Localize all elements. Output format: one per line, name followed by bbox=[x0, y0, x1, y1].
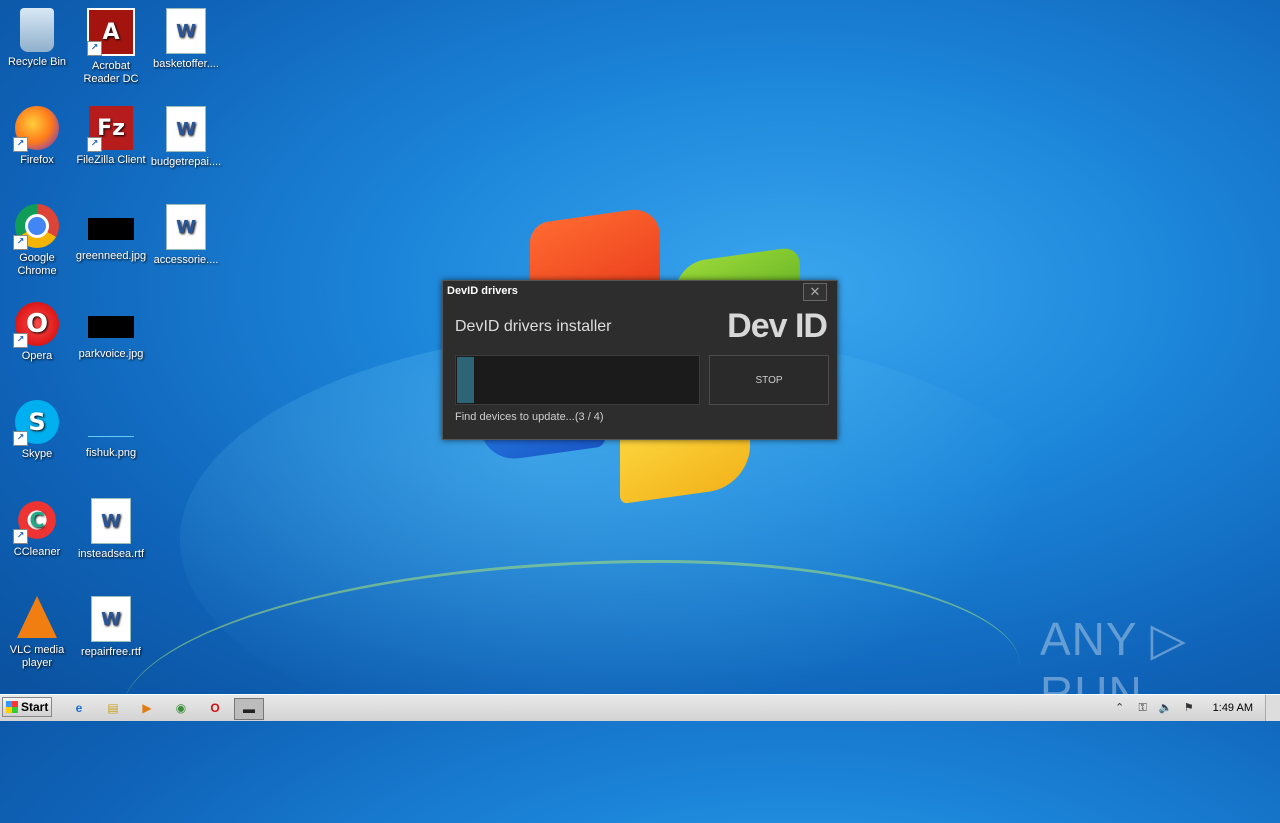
filezilla-icon: Fz ↗ bbox=[87, 106, 133, 152]
chrome-taskbar-icon[interactable]: ◉ bbox=[170, 698, 192, 718]
devid-installer-dialog: DevID drivers ✕ DevID drivers installer … bbox=[442, 280, 838, 440]
desktop-icon-vlc[interactable]: VLC media player bbox=[0, 596, 74, 670]
ccleaner-icon: C ↗ bbox=[13, 498, 59, 544]
chrome-icon: ↗ bbox=[13, 204, 59, 250]
word-doc-icon: W bbox=[91, 596, 131, 642]
desktop-icon-firefox[interactable]: ↗ Firefox bbox=[0, 106, 74, 167]
desktop-icon-label: CCleaner bbox=[13, 546, 61, 558]
opera-icon: O ↗ bbox=[13, 302, 59, 348]
media-player-icon[interactable]: ▶ bbox=[136, 698, 158, 718]
desktop-icon-label: Firefox bbox=[20, 154, 54, 166]
shortcut-arrow-icon: ↗ bbox=[13, 235, 28, 250]
shortcut-arrow-icon: ↗ bbox=[13, 137, 28, 152]
windows-flag-icon bbox=[6, 701, 18, 713]
volume-icon[interactable]: 🔈 bbox=[1157, 700, 1175, 716]
status-text: Find devices to update...(3 / 4) bbox=[455, 411, 604, 423]
desktop-icon-recycle-bin[interactable]: Recycle Bin bbox=[0, 8, 74, 69]
file-explorer-icon[interactable]: ▤ bbox=[102, 698, 124, 718]
start-button[interactable]: Start bbox=[2, 697, 52, 717]
stop-button[interactable]: STOP bbox=[709, 355, 829, 405]
devid-logo: Dev ID bbox=[727, 307, 828, 345]
desktop-icon-label: Skype bbox=[21, 448, 53, 460]
desktop-icon-accessorie[interactable]: W accessorie.... bbox=[149, 204, 223, 267]
taskbar: Start e ▤ ▶ ◉ O ▬ ⌃ ⚿ 🔈 ⚑ 1:49 AM bbox=[0, 694, 1280, 721]
skype-icon: S ↗ bbox=[13, 400, 59, 446]
devid-app-taskbar-icon[interactable]: ▬ bbox=[234, 698, 264, 720]
shortcut-arrow-icon: ↗ bbox=[13, 529, 28, 544]
action-center-flag-icon[interactable]: ⚑ bbox=[1180, 700, 1198, 716]
progress-fill bbox=[457, 357, 474, 403]
desktop-icon-repairfree[interactable]: W repairfree.rtf bbox=[74, 596, 148, 659]
desktop-icon-label: greenneed.jpg bbox=[75, 250, 147, 262]
desktop-icon-label: basketoffer.... bbox=[153, 58, 219, 70]
desktop-icon-label: insteadsea.rtf bbox=[77, 548, 145, 560]
desktop-icon-label: fishuk.png bbox=[85, 447, 137, 459]
desktop-icon-label: VLC media player bbox=[9, 644, 65, 669]
word-doc-icon: W bbox=[166, 106, 206, 152]
acrobat-icon: A ↗ bbox=[87, 8, 135, 56]
recycle-bin-icon bbox=[20, 8, 54, 52]
vlc-icon bbox=[17, 596, 57, 638]
desktop-icon-chrome[interactable]: ↗ Google Chrome bbox=[0, 204, 74, 278]
desktop-icon-ccleaner[interactable]: C ↗ CCleaner bbox=[0, 498, 74, 559]
desktop-icon-label: accessorie.... bbox=[153, 254, 219, 266]
desktop-icon-label: Recycle Bin bbox=[7, 56, 67, 68]
desktop-icon-label: Google Chrome bbox=[17, 252, 57, 277]
network-icon[interactable]: ⚿ bbox=[1134, 700, 1152, 716]
dialog-heading: DevID drivers installer bbox=[455, 318, 612, 335]
word-doc-icon: W bbox=[91, 498, 131, 544]
close-button[interactable]: ✕ bbox=[803, 283, 827, 301]
desktop-icon-fishuk[interactable]: fishuk.png bbox=[74, 400, 148, 460]
desktop-icon-filezilla[interactable]: Fz ↗ FileZilla Client bbox=[74, 106, 148, 167]
word-doc-icon: W bbox=[166, 204, 206, 250]
image-file-icon bbox=[88, 316, 134, 338]
desktop-icon-label: parkvoice.jpg bbox=[78, 348, 144, 360]
word-doc-icon: W bbox=[166, 8, 206, 54]
desktop-icon-label: Acrobat Reader DC bbox=[83, 60, 139, 85]
shortcut-arrow-icon: ↗ bbox=[87, 137, 102, 152]
desktop-icon-skype[interactable]: S ↗ Skype bbox=[0, 400, 74, 461]
show-desktop-button[interactable] bbox=[1265, 695, 1280, 721]
desktop-icon-label: budgetrepai.... bbox=[150, 156, 222, 168]
desktop-icon-label: FileZilla Client bbox=[76, 154, 146, 166]
opera-taskbar-icon[interactable]: O bbox=[204, 698, 226, 718]
dialog-title: DevID drivers bbox=[447, 285, 518, 297]
shortcut-arrow-icon: ↗ bbox=[13, 431, 28, 446]
desktop-icon-opera[interactable]: O ↗ Opera bbox=[0, 302, 74, 363]
tray-expand-icon[interactable]: ⌃ bbox=[1111, 700, 1129, 716]
desktop-icon-parkvoice[interactable]: parkvoice.jpg bbox=[74, 302, 148, 361]
desktop-icon-insteadsea[interactable]: W insteadsea.rtf bbox=[74, 498, 148, 561]
desktop-icon-acrobat[interactable]: A ↗ Acrobat Reader DC bbox=[74, 8, 148, 86]
progress-bar bbox=[455, 355, 700, 405]
image-file-icon bbox=[88, 414, 134, 437]
image-file-icon bbox=[88, 218, 134, 240]
clock[interactable]: 1:49 AM bbox=[1213, 702, 1253, 714]
desktop-icon-label: repairfree.rtf bbox=[81, 646, 141, 658]
desktop-icon-basketoffer[interactable]: W basketoffer.... bbox=[149, 8, 223, 71]
desktop-icon-greenneed[interactable]: greenneed.jpg bbox=[74, 204, 148, 263]
shortcut-arrow-icon: ↗ bbox=[87, 41, 102, 56]
internet-explorer-icon[interactable]: e bbox=[68, 698, 90, 718]
desktop-icon-label: Opera bbox=[21, 350, 53, 362]
firefox-icon: ↗ bbox=[13, 106, 59, 152]
shortcut-arrow-icon: ↗ bbox=[13, 333, 28, 348]
desktop-icon-budgetrepai[interactable]: W budgetrepai.... bbox=[149, 106, 223, 169]
system-tray: ⌃ ⚿ 🔈 ⚑ 1:49 AM bbox=[1111, 695, 1280, 721]
